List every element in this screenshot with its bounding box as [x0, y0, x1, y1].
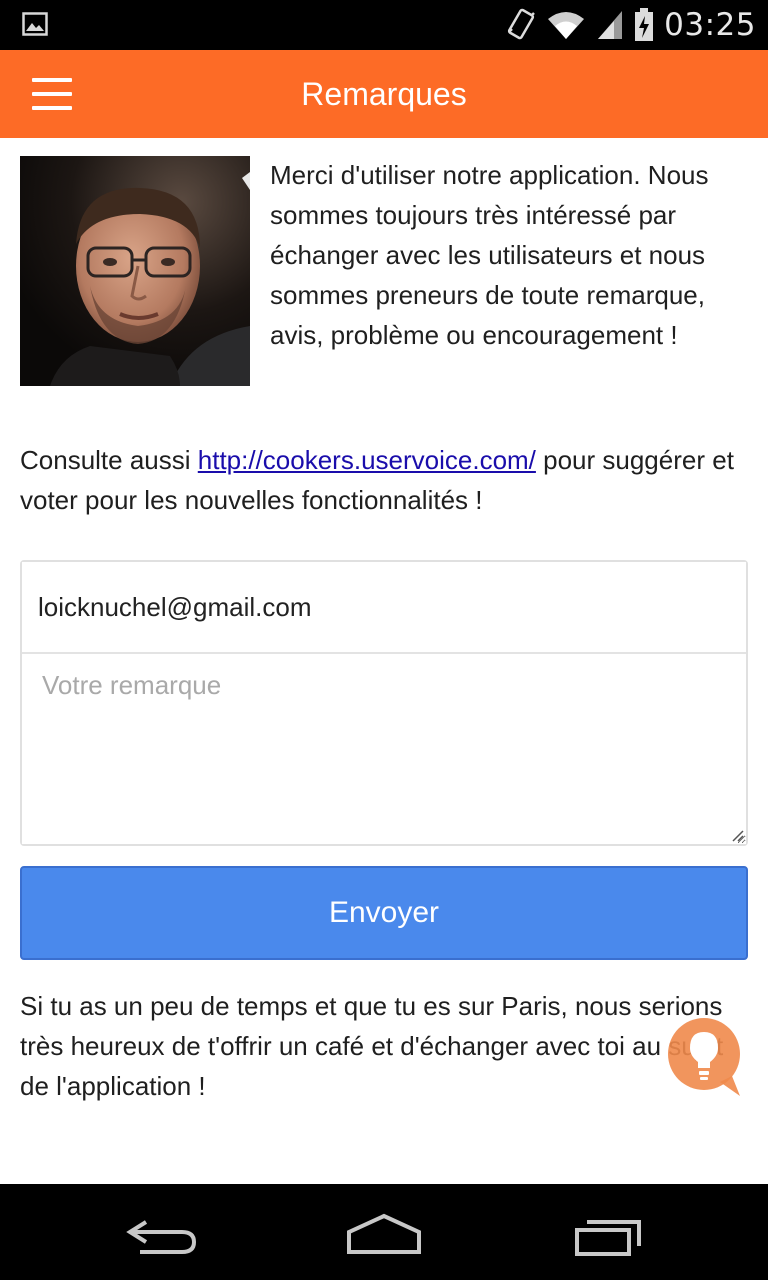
intro-text: Merci d'utiliser notre application. Nous…: [270, 160, 709, 350]
recent-apps-icon[interactable]: [555, 1202, 665, 1262]
paris-coffee-text: Si tu as un peu de temps et que tu es su…: [20, 991, 724, 1101]
resize-grip-icon[interactable]: [730, 828, 744, 842]
wifi-icon: [548, 12, 585, 39]
status-time: 03:25: [664, 7, 756, 43]
image-icon: [22, 12, 48, 36]
feedback-form: [20, 560, 748, 846]
main-content: Merci d'utiliser notre application. Nous…: [20, 138, 748, 1106]
app-bar: Remarques: [0, 50, 768, 138]
home-icon[interactable]: [329, 1202, 439, 1262]
cell-signal-icon: [598, 11, 623, 39]
uservoice-link[interactable]: http://cookers.uservoice.com/: [198, 445, 536, 475]
lightbulb-icon[interactable]: [668, 1018, 744, 1098]
back-icon[interactable]: [110, 1202, 220, 1262]
remark-textarea[interactable]: [22, 654, 746, 844]
battery-charging-icon: [635, 8, 654, 41]
navigation-bar: [0, 1184, 768, 1280]
intro-section: Merci d'utiliser notre application. Nous…: [20, 138, 748, 396]
status-bar: 03:25: [0, 0, 768, 50]
page-title: Remarques: [301, 76, 467, 112]
status-icons: 03:25: [506, 6, 756, 44]
consult-prefix: Consulte aussi: [20, 445, 198, 475]
consult-paragraph: Consulte aussi http://cookers.uservoice.…: [20, 440, 748, 520]
vibrate-icon: [508, 8, 536, 40]
email-field[interactable]: [22, 562, 746, 654]
author-photo: [20, 156, 250, 386]
send-button[interactable]: Envoyer: [20, 866, 748, 960]
